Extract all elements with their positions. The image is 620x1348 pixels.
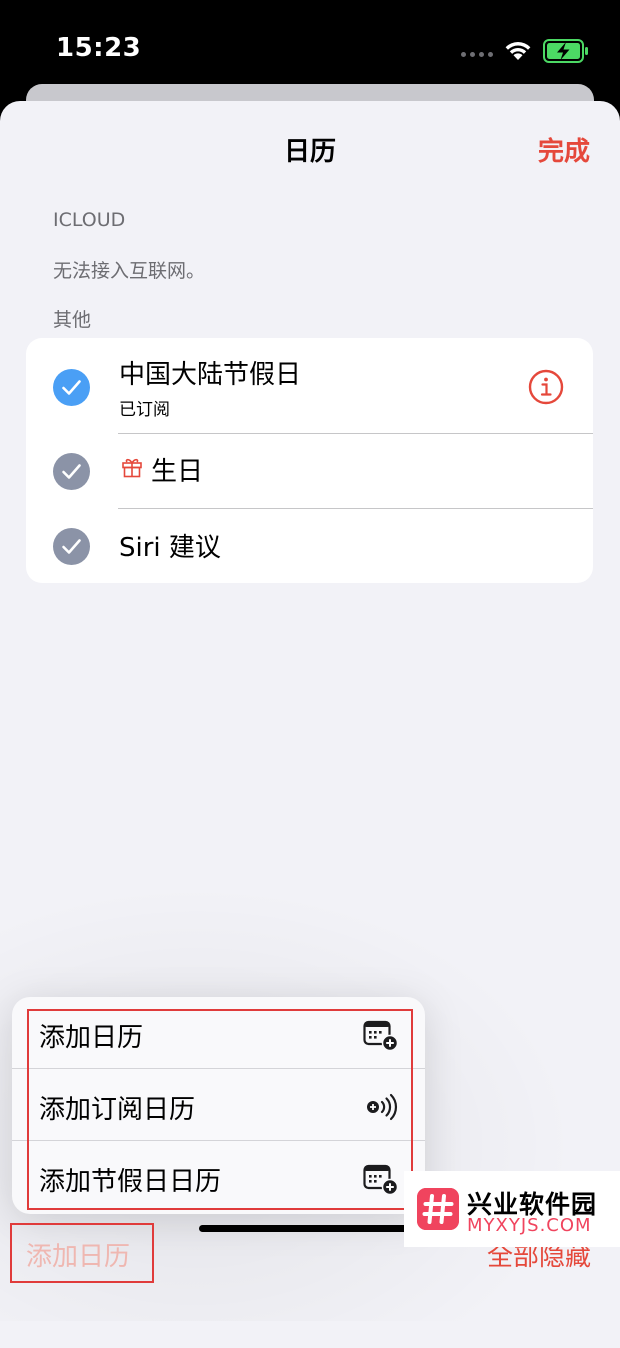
checkmark-icon[interactable]: [53, 453, 90, 490]
checkmark-icon[interactable]: [53, 369, 90, 406]
menu-highlight-box: [27, 1009, 413, 1210]
calendars-sheet: 日历 完成 ICLOUD 无法接入互联网。 其他 中国大陆节假日 已订阅 生日 …: [0, 101, 620, 1348]
done-button[interactable]: 完成: [538, 131, 590, 168]
info-icon[interactable]: [528, 369, 564, 405]
calendar-list: 中国大陆节假日 已订阅 生日 Siri 建议: [26, 338, 593, 583]
watermark: 兴业软件园 MYXYJS.COM: [404, 1171, 620, 1247]
calendar-row-holidays[interactable]: 中国大陆节假日 已订阅: [26, 338, 593, 434]
hash-logo-icon: [417, 1188, 459, 1230]
gift-icon: [122, 458, 142, 478]
wifi-icon: [505, 42, 531, 60]
button-highlight-box: [10, 1223, 154, 1283]
calendar-name: Siri 建议: [119, 533, 221, 563]
battery-charging-icon: [543, 39, 588, 63]
offline-note: 无法接入互联网。: [53, 260, 206, 282]
calendar-name: 生日: [151, 457, 204, 487]
section-header-other: 其他: [53, 309, 92, 331]
section-header-icloud: ICLOUD: [53, 209, 126, 231]
calendar-name: 中国大陆节假日: [119, 360, 302, 390]
calendar-row-birthdays[interactable]: 生日: [26, 434, 593, 509]
page-title: 日历: [283, 137, 336, 167]
status-time: 15:23: [56, 33, 142, 63]
home-indicator: [199, 1225, 421, 1232]
checkmark-icon[interactable]: [53, 528, 90, 565]
calendar-row-siri[interactable]: Siri 建议: [26, 509, 593, 583]
watermark-subtitle: MYXYJS.COM: [467, 1215, 592, 1236]
calendar-subtitle: 已订阅: [119, 400, 170, 420]
signal-dots-icon: [461, 52, 495, 58]
